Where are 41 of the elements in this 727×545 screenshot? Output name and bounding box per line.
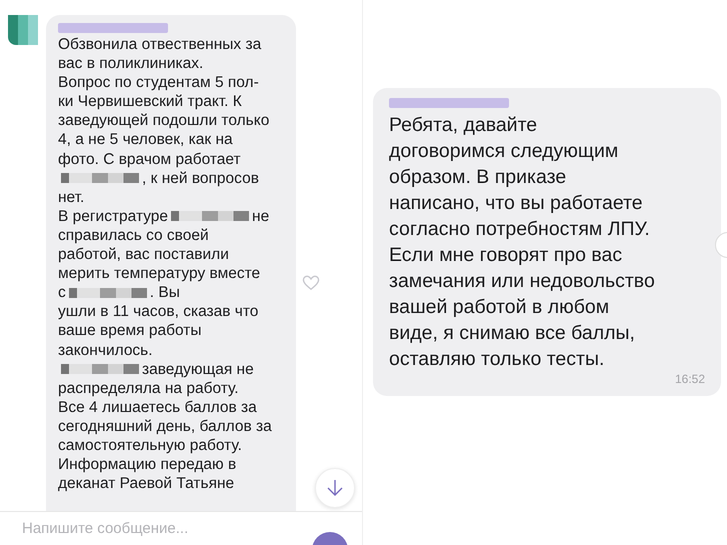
message-text: справилась со своей	[58, 226, 209, 246]
message-text: заведующая не	[142, 360, 254, 379]
message-text: сегодняшний день, баллов за	[58, 416, 272, 436]
message-text: 4, а не 5 человек, как на	[58, 130, 233, 150]
message-text: вашей работой в любом	[389, 295, 610, 320]
avatar-icon	[8, 15, 38, 45]
message-text: Все 4 лишаетесь баллов за	[58, 398, 257, 417]
message-text: Информацию передаю в	[58, 455, 236, 474]
message-text: мерить температуру вместе	[58, 264, 260, 284]
message-text: деканат Раевой Татьяне	[58, 474, 234, 494]
message-time: 16:52	[674, 372, 706, 386]
message-text: договоримся следующим	[389, 139, 620, 164]
message-text: фото. С врачом работает	[58, 150, 241, 169]
message-text: не	[252, 206, 270, 226]
message-text: ки Червишевский тракт. К	[58, 92, 242, 112]
message-text: В регистратуре	[58, 206, 168, 226]
message-text: Ребята, давайте	[389, 113, 538, 138]
arrow-down-icon	[325, 478, 345, 498]
message-text: самостоятельную работу.	[58, 436, 242, 456]
message-text: оставляю только тесты.	[389, 347, 606, 372]
scroll-down-button[interactable]	[315, 468, 355, 508]
message-text: образом. В приказе	[389, 165, 568, 190]
message-input[interactable]: Напишите сообщение...	[20, 519, 274, 538]
message-text: ваше время работы	[58, 321, 202, 340]
message-text: , к ней вопросов	[142, 168, 259, 188]
message-text: Вопрос по студентам 5 пол-	[58, 73, 259, 92]
message-text: заведующей подошли только	[58, 111, 270, 130]
message-text: написано, что вы работаете	[389, 191, 644, 216]
message-text: Обзвонила отвественных за	[58, 35, 262, 54]
message-text: . Вы	[150, 283, 180, 302]
message-text: закончилось.	[58, 340, 153, 360]
message-text: Если мне говорят про вас	[389, 243, 624, 268]
message-text: работой, вас поставили	[58, 245, 229, 264]
message-text: виде, я снимаю все баллы,	[389, 321, 636, 346]
message-text: вас в поликлиниках.	[58, 54, 204, 74]
message-text: согласно потребностям ЛПУ.	[389, 217, 651, 242]
message-text: ушли в 11 часов, сказав что	[58, 302, 258, 322]
message-text: с	[58, 283, 66, 302]
message-text: распределяла на работу.	[58, 378, 239, 398]
message-text: замечания или недовольство	[389, 269, 656, 294]
message-text: нет.	[58, 188, 84, 207]
